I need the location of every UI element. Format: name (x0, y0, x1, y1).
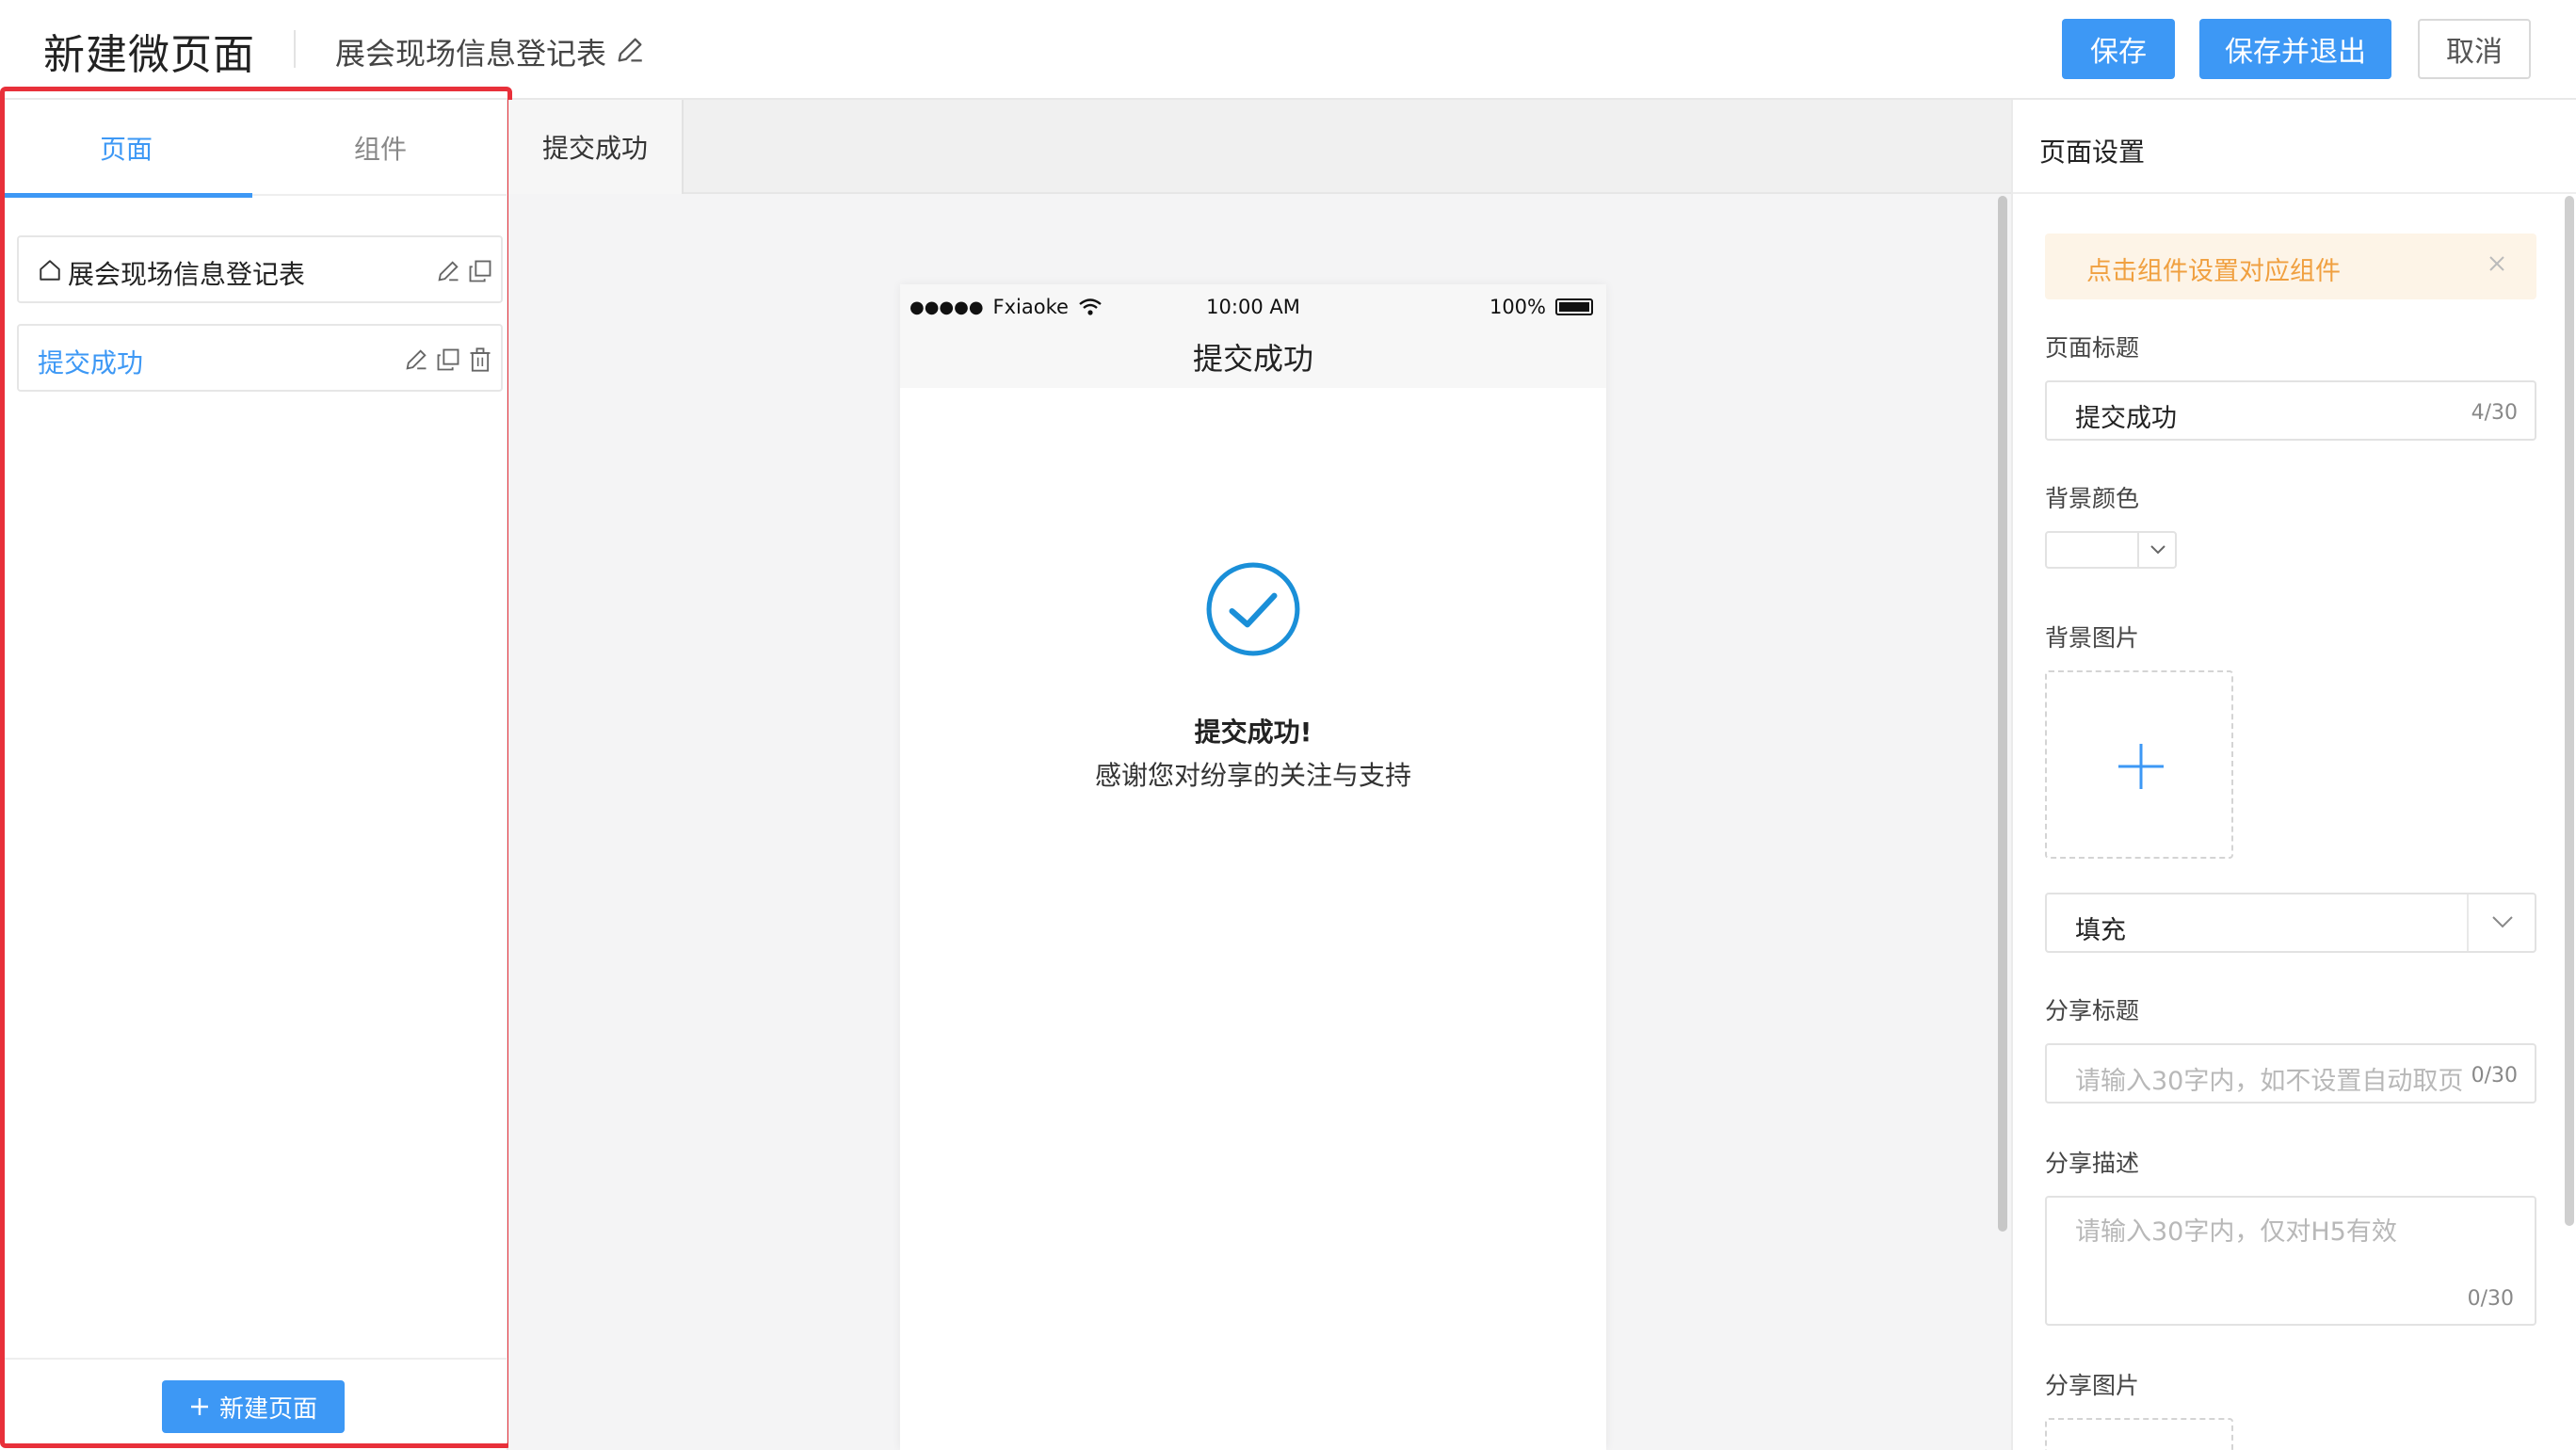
success-subtitle: 感谢您对纷享的关注与支持 (1094, 760, 1411, 791)
close-icon[interactable] (2486, 252, 2508, 275)
char-count: 0/30 (2467, 1287, 2514, 1311)
phone-preview: ●●●●● Fxiaoke 10:00 AM 100% 提交成功 提交成功! 感… (900, 284, 1606, 1450)
chevron-down-icon (2137, 533, 2175, 567)
canvas-area: 提交成功 ●●●●● Fxiaoke 10:00 AM 100% 提交成功 提交… (508, 100, 2011, 1450)
tab-pages[interactable]: 页面 (0, 100, 252, 198)
header-divider (294, 30, 296, 68)
left-footer: 新建页面 (0, 1358, 508, 1450)
share-image-label: 分享图片 (2045, 1372, 2140, 1399)
edit-icon[interactable] (403, 346, 429, 373)
new-page-label: 新建页面 (218, 1394, 317, 1424)
canvas-tabbar: 提交成功 (508, 100, 2011, 194)
notice-banner: 点击组件设置对应组件 (2045, 234, 2536, 299)
app-root: 新建微页面 展会现场信息登记表 保存 保存并退出 取消 页面 组件 展会现场信息… (0, 0, 2576, 1450)
share-title-label: 分享标题 (2045, 997, 2140, 1024)
form-name: 展会现场信息登记表 (335, 36, 607, 72)
bg-image-label: 背景图片 (2045, 624, 2140, 652)
char-count: 0/30 (2471, 1064, 2518, 1088)
page-item-home[interactable]: 展会现场信息登记表 (17, 235, 503, 303)
bg-image-upload[interactable] (2045, 670, 2233, 859)
page-title-value: 提交成功 (2075, 404, 2177, 433)
settings-scrollbar[interactable] (2565, 196, 2574, 1226)
battery-icon (1555, 298, 1593, 315)
char-count: 4/30 (2471, 401, 2518, 425)
settings-title: 页面设置 (2039, 137, 2146, 168)
page-item-label: 提交成功 (38, 347, 144, 379)
plus-icon (2118, 744, 2164, 789)
notice-text: 点击组件设置对应组件 (2086, 257, 2341, 286)
tab-components[interactable]: 组件 (254, 100, 507, 196)
success-title: 提交成功! (1194, 717, 1312, 748)
fill-mode-select[interactable]: 填充 (2045, 893, 2536, 953)
success-check-icon (1206, 562, 1300, 656)
bg-color-picker[interactable] (2045, 531, 2177, 569)
new-page-button[interactable]: 新建页面 (162, 1380, 345, 1433)
save-button[interactable]: 保存 (2062, 19, 2175, 79)
page-title-label: 页面标题 (2045, 334, 2140, 362)
copy-icon[interactable] (467, 258, 493, 284)
fill-mode-value: 填充 (2075, 916, 2126, 945)
chevron-down-icon (2467, 894, 2535, 951)
page-title-input[interactable]: 提交成功 4/30 (2045, 380, 2536, 441)
page-item-label: 展会现场信息登记表 (68, 259, 306, 290)
delete-icon[interactable] (467, 346, 493, 373)
save-and-exit-button[interactable]: 保存并退出 (2199, 19, 2391, 79)
top-header: 新建微页面 展会现场信息登记表 保存 保存并退出 取消 (0, 0, 2576, 100)
settings-header: 页面设置 (2013, 100, 2576, 194)
battery-group: 100% (1489, 296, 1593, 318)
home-icon (40, 260, 60, 281)
share-desc-placeholder: 请输入30字内，仅对H5有效 (2075, 1217, 2397, 1247)
edit-icon[interactable] (435, 258, 461, 284)
copy-icon[interactable] (435, 346, 461, 373)
share-image-upload[interactable] (2045, 1418, 2233, 1450)
share-desc-label: 分享描述 (2045, 1150, 2140, 1177)
phone-nav-title: 提交成功 (1192, 341, 1313, 377)
status-bar: ●●●●● Fxiaoke 10:00 AM 100% (900, 296, 1606, 324)
battery-percent: 100% (1489, 296, 1546, 318)
plus-icon (190, 1398, 208, 1415)
canvas-scrollbar[interactable] (1998, 196, 2007, 1232)
edit-pencil-icon[interactable] (614, 34, 646, 66)
share-title-placeholder: 请输入30字内，如不设置自动取页面标题 (2075, 1067, 2463, 1096)
page-title: 新建微页面 (43, 31, 255, 79)
page-item-success[interactable]: 提交成功 (17, 324, 503, 392)
right-panel: 页面设置 点击组件设置对应组件 页面标题 提交成功 4/30 背景颜色 背景图片 (2011, 100, 2576, 1450)
phone-topbar: ●●●●● Fxiaoke 10:00 AM 100% 提交成功 (900, 284, 1606, 388)
bg-color-label: 背景颜色 (2045, 485, 2140, 512)
cancel-button[interactable]: 取消 (2418, 19, 2531, 79)
tab-current-page[interactable]: 提交成功 (508, 100, 684, 194)
share-desc-textarea[interactable]: 请输入30字内，仅对H5有效 0/30 (2045, 1196, 2536, 1326)
left-panel: 页面 组件 展会现场信息登记表 提交成功 新建页面 (0, 100, 508, 1450)
share-title-input[interactable]: 请输入30字内，如不设置自动取页面标题 0/30 (2045, 1043, 2536, 1104)
left-tabs: 页面 组件 (0, 100, 508, 198)
